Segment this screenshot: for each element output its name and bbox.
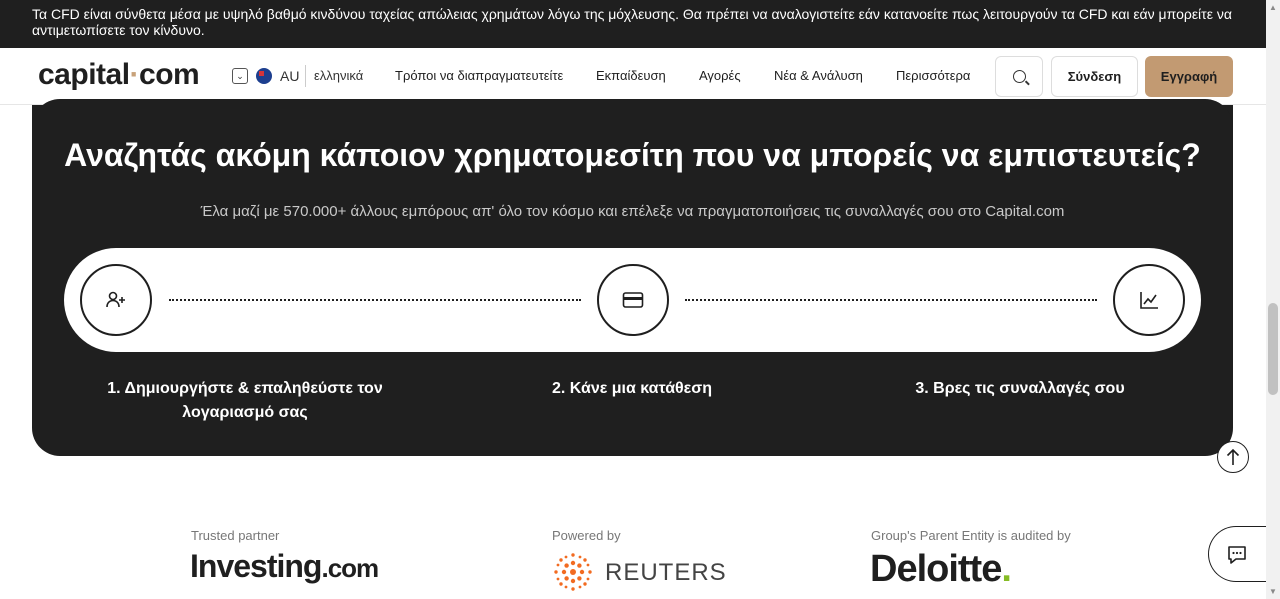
steps-track — [64, 248, 1201, 352]
add-user-icon — [106, 291, 125, 308]
investing-com-logo[interactable]: Investing.com — [190, 548, 379, 585]
partner-caption-deloitte: Group's Parent Entity is audited by — [871, 528, 1071, 543]
scroll-down-arrow-icon[interactable]: ▼ — [1269, 587, 1277, 596]
language-divider — [305, 65, 306, 87]
section-subtitle: Έλα μαζί με 570.000+ άλλους εμπόρους απ'… — [200, 203, 1065, 220]
risk-warning-text: Τα CFD είναι σύνθετα μέσα με υψηλό βαθμό… — [32, 6, 1232, 38]
step-2-circle — [597, 264, 669, 336]
logo-dot: · — [129, 58, 140, 91]
scrollbar-thumb[interactable] — [1268, 303, 1278, 395]
login-button[interactable]: Σύνδεση — [1051, 56, 1138, 97]
investing-logo-main: Investing — [190, 548, 322, 584]
nav-markets[interactable]: Αγορές — [699, 68, 741, 83]
page-scrollbar[interactable]: ▲ ▼ — [1266, 0, 1280, 599]
step-3-circle — [1113, 264, 1185, 336]
chevron-down-icon[interactable]: ⌄ — [232, 68, 248, 84]
deloitte-logo-dot: . — [1001, 548, 1012, 590]
scroll-up-arrow-icon[interactable]: ▲ — [1269, 3, 1277, 12]
nav-ways-to-trade[interactable]: Τρόποι να διαπραγματευτείτε — [395, 68, 563, 83]
deloitte-logo[interactable]: Deloitte. — [870, 548, 1012, 591]
nav-education[interactable]: Εκπαίδευση — [596, 68, 666, 83]
chat-button[interactable] — [1208, 526, 1266, 582]
step-connector-1 — [169, 299, 581, 301]
section-title: Αναζητάς ακόμη κάποιον χρηματομεσίτη που… — [64, 137, 1201, 173]
nav-more[interactable]: Περισσότερα — [896, 68, 970, 83]
chart-icon — [1140, 292, 1158, 309]
scroll-to-top-button[interactable] — [1217, 441, 1249, 473]
step-2-label: 2. Κάνε μια κατάθεση — [482, 377, 782, 401]
step-connector-2 — [685, 299, 1097, 301]
partner-caption-reuters: Powered by — [552, 528, 621, 543]
investing-logo-tld: .com — [321, 553, 379, 583]
logo-main: capital — [38, 58, 130, 91]
arrow-up-icon — [1226, 448, 1240, 465]
step-3-label: 3. Βρες τις συναλλαγές σου — [870, 377, 1170, 401]
search-button[interactable] — [995, 56, 1043, 97]
chat-icon — [1228, 546, 1246, 564]
nav-news-analysis[interactable]: Νέα & Ανάλυση — [774, 68, 863, 83]
logo-tld: com — [139, 58, 200, 91]
step-3-label-line-1: 3. Βρες τις συναλλαγές σου — [915, 380, 1125, 397]
partner-caption-investing: Trusted partner — [191, 528, 280, 543]
site-header: capital·com ⌄ AU ελληνικά Τρόποι να διαπ… — [0, 48, 1266, 105]
credit-card-icon — [622, 292, 644, 308]
language-selector[interactable]: ελληνικά — [314, 68, 363, 83]
step-1-label: 1. Δημιουργήστε & επαληθεύστε τον λογαρι… — [90, 377, 400, 425]
deloitte-logo-main: Deloitte — [870, 548, 1002, 590]
broker-trust-section: Αναζητάς ακόμη κάποιον χρηματομεσίτη που… — [32, 99, 1233, 456]
reuters-logo-icon — [554, 553, 592, 591]
step-2-label-line-1: 2. Κάνε μια κατάθεση — [552, 380, 712, 397]
reuters-logo-text[interactable]: REUTERS — [605, 559, 727, 587]
step-1-label-line-1: 1. Δημιουργήστε & επαληθεύστε τον — [107, 380, 383, 397]
capital-com-logo[interactable]: capital·com — [38, 58, 200, 92]
step-1-label-line-2: λογαριασμό σας — [182, 404, 308, 421]
signup-button[interactable]: Εγγραφή — [1145, 56, 1233, 97]
risk-warning-banner: Τα CFD είναι σύνθετα μέσα με υψηλό βαθμό… — [0, 0, 1280, 48]
step-1-circle — [80, 264, 152, 336]
region-code[interactable]: AU — [280, 68, 299, 84]
australia-flag-icon[interactable] — [256, 68, 272, 84]
